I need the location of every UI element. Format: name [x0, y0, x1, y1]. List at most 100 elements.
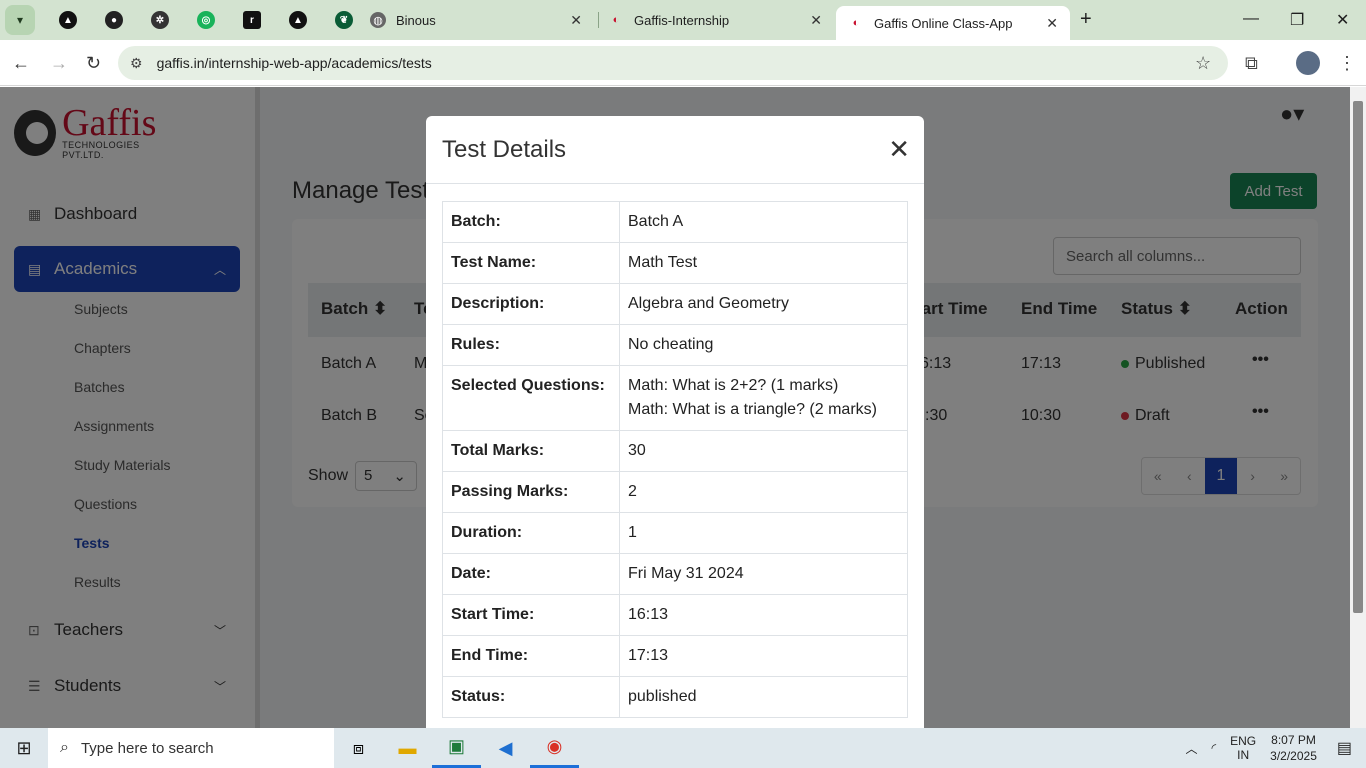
detail-value: Math: What is 2+2? (1 marks) Math: What i… — [619, 365, 908, 431]
pinned-tab[interactable]: ▲ — [275, 0, 321, 40]
detail-value: 17:13 — [619, 635, 908, 677]
scrollbar-thumb[interactable] — [1353, 101, 1363, 613]
mongodb-leaf-icon: ❦ — [335, 11, 353, 29]
triangle-app-icon: ▲ — [59, 11, 77, 29]
forward-arrow-icon[interactable]: → — [50, 53, 68, 74]
vscode-icon[interactable]: ◀ — [481, 728, 530, 768]
profile-avatar[interactable] — [1296, 51, 1320, 75]
chevron-up-icon[interactable]: ︿ — [1185, 740, 1197, 757]
app-page: Gaffis TECHNOLOGIES PVT.LTD. ▦ Dashboard… — [0, 87, 1350, 728]
table-row: Selected Questions: Math: What is 2+2? (1… — [442, 365, 908, 431]
detail-value: Math Test — [619, 242, 908, 284]
table-row: Duration: 1 — [442, 512, 908, 554]
openai-icon: ✲ — [151, 11, 169, 29]
detail-key: Start Time: — [442, 594, 620, 636]
triangle-app-icon: ▲ — [289, 11, 307, 29]
table-row: Total Marks: 30 — [442, 430, 908, 472]
browser-tab-bar: ▾ ▲ ● ✲ ◎ r ▲ ❦ ◍ Binous ✕ ◐ Gaffis-Inte… — [0, 0, 1366, 40]
tab-title: Gaffis-Internship — [634, 12, 730, 28]
address-bar[interactable]: ⚙ gaffis.in/internship-web-app/academics… — [118, 46, 1228, 80]
table-row: Passing Marks: 2 — [442, 471, 908, 513]
detail-value: 16:13 — [619, 594, 908, 636]
table-row: Rules: No cheating — [442, 324, 908, 366]
detail-key: Batch: — [442, 201, 620, 243]
chrome-icon[interactable]: ◉ — [530, 728, 579, 768]
tab-binous[interactable]: ◍ Binous ✕ — [358, 0, 594, 40]
table-row: Description: Algebra and Geometry — [442, 283, 908, 325]
app-square-icon: r — [243, 11, 261, 29]
pinned-tab[interactable]: ✲ — [137, 0, 183, 40]
pinned-tabs: ▲ ● ✲ ◎ r ▲ ❦ — [45, 0, 367, 40]
notification-icon[interactable]: ▤ — [1337, 738, 1352, 758]
close-icon[interactable]: ✕ — [570, 12, 582, 29]
file-explorer-icon[interactable]: ▬ — [383, 728, 432, 768]
kebab-menu-icon[interactable]: ⋮ — [1338, 53, 1356, 74]
table-row: Start Time: 16:13 — [442, 594, 908, 636]
taskbar-search-placeholder: Type here to search — [80, 739, 214, 757]
table-row: End Time: 17:13 — [442, 635, 908, 677]
question-item: Math: What is 2+2? (1 marks) — [628, 377, 839, 394]
window-close-icon[interactable]: ✕ — [1336, 10, 1349, 30]
site-info-icon[interactable]: ⚙ — [130, 55, 143, 72]
tab-search-chevron-icon[interactable]: ▾ — [5, 5, 35, 35]
pinned-tab[interactable]: ◎ — [183, 0, 229, 40]
detail-value: Algebra and Geometry — [619, 283, 908, 325]
detail-value: Fri May 31 2024 — [619, 553, 908, 595]
pinned-tab[interactable]: ▲ — [45, 0, 91, 40]
table-row: Date: Fri May 31 2024 — [442, 553, 908, 595]
language-indicator[interactable]: ENG IN — [1230, 734, 1256, 762]
bookmark-star-icon[interactable]: ☆ — [1195, 53, 1211, 74]
browser-toolbar: ← → ↻ ⚙ gaffis.in/internship-web-app/aca… — [0, 40, 1366, 86]
detail-key: End Time: — [442, 635, 620, 677]
close-icon[interactable]: ✕ — [1046, 15, 1058, 32]
tab-title: Gaffis Online Class-App — [874, 15, 1013, 31]
reload-icon[interactable]: ↻ — [86, 53, 101, 74]
question-item: Math: What is a triangle? (2 marks) — [628, 401, 877, 418]
detail-key: Rules: — [442, 324, 620, 366]
detail-value: published — [619, 676, 908, 718]
test-details-modal: Test Details ✕ Batch: Batch A Test Name: M… — [426, 116, 924, 728]
detail-value: 1 — [619, 512, 908, 554]
detail-key: Test Name: — [442, 242, 620, 284]
task-view-icon[interactable]: ⧈ — [334, 728, 383, 768]
url-text: gaffis.in/internship-web-app/academics/t… — [156, 55, 432, 71]
spotify-like-icon: ◎ — [197, 11, 215, 29]
pinned-tab[interactable]: r — [229, 0, 275, 40]
gaffis-favicon-icon: ◐ — [612, 14, 620, 26]
pinned-tab[interactable]: ● — [91, 0, 137, 40]
modal-title: Test Details — [442, 136, 567, 163]
windows-start-icon[interactable]: ⊞ — [0, 728, 48, 768]
detail-key: Total Marks: — [442, 430, 620, 472]
tab-gaffis-internship[interactable]: ◐ Gaffis-Internship ✕ — [596, 0, 834, 40]
detail-key: Date: — [442, 553, 620, 595]
page-scrollbar[interactable] — [1350, 87, 1366, 728]
extensions-icon[interactable]: ⧉ — [1245, 53, 1258, 74]
detail-key: Description: — [442, 283, 620, 325]
github-icon: ● — [105, 11, 123, 29]
spreadsheet-app-icon[interactable]: ▣ — [432, 728, 481, 768]
gaffis-favicon-icon: ◐ — [852, 17, 860, 29]
detail-key: Status: — [442, 676, 620, 718]
detail-key: Passing Marks: — [442, 471, 620, 513]
back-arrow-icon[interactable]: ← — [12, 53, 30, 74]
windows-taskbar: ⊞ ⌕ Type here to search ⧈ ▬ ▣ ◀ ◉ ︿ ◜ EN… — [0, 728, 1366, 768]
detail-value: 2 — [619, 471, 908, 513]
modal-header: Test Details ✕ — [426, 116, 924, 184]
wifi-icon[interactable]: ◜ — [1211, 741, 1216, 755]
table-row: Status: published — [442, 676, 908, 718]
close-icon[interactable]: ✕ — [888, 134, 910, 165]
clock[interactable]: 8:07 PM 3/2/2025 — [1270, 732, 1317, 764]
table-row: Batch: Batch A — [442, 201, 908, 243]
close-icon[interactable]: ✕ — [810, 12, 822, 29]
tab-gaffis-online-class[interactable]: ◐ Gaffis Online Class-App ✕ — [836, 6, 1070, 40]
taskbar-search-input[interactable]: ⌕ Type here to search — [48, 728, 334, 768]
minimize-icon[interactable]: — — [1243, 10, 1259, 28]
tab-title: Binous — [396, 12, 436, 28]
detail-key: Selected Questions: — [442, 365, 620, 431]
detail-value: No cheating — [619, 324, 908, 366]
new-tab-plus-icon[interactable]: + — [1080, 8, 1092, 31]
table-row: Test Name: Math Test — [442, 242, 908, 284]
globe-icon: ◍ — [370, 12, 386, 28]
restore-icon[interactable]: ❐ — [1290, 10, 1304, 30]
search-icon: ⌕ — [60, 739, 69, 756]
